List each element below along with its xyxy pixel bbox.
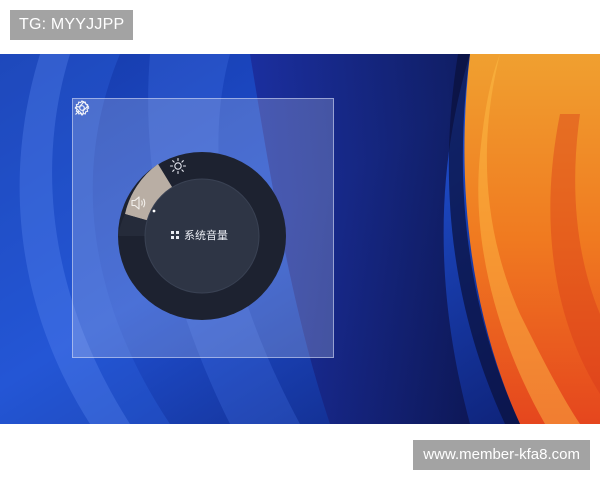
volume-dial[interactable]: 系统音量 [117, 151, 287, 321]
dial-center-label: 系统音量 [171, 225, 261, 245]
bottom-watermark: www.member-kfa8.com [413, 440, 590, 470]
sun-icon[interactable] [169, 157, 187, 175]
volume-widget-panel: 系统音量 [72, 98, 334, 358]
top-watermark: TG: MYYJJPP [10, 10, 134, 40]
speaker-icon[interactable] [130, 195, 148, 211]
system-volume-label: 系统音量 [184, 230, 228, 242]
gear-icon[interactable] [73, 99, 91, 117]
windows-grid-icon [171, 231, 179, 239]
desktop-wallpaper: 系统音量 [0, 54, 600, 424]
